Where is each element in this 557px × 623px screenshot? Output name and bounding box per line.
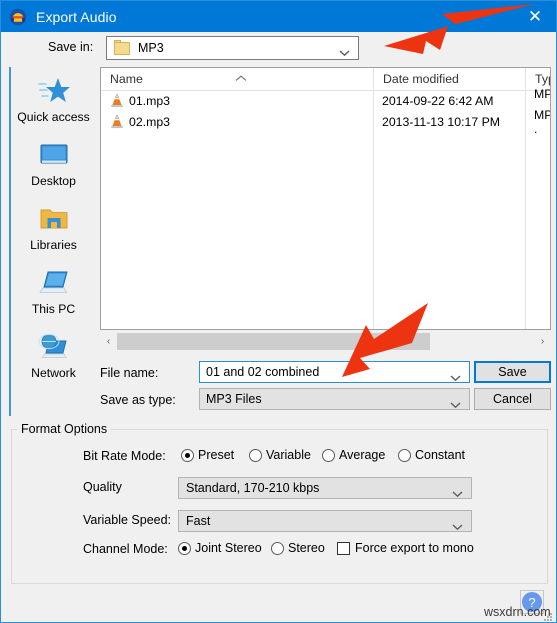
radio-label: Constant (415, 448, 466, 462)
watermark-text: wsxdrn.com (484, 605, 551, 619)
radio-label: Average (339, 448, 386, 462)
scroll-right-icon[interactable]: › (534, 333, 551, 350)
vlc-cone-icon (110, 93, 124, 108)
quality-label: Quality (83, 480, 122, 494)
column-header-date-modified[interactable]: Date modified (373, 68, 525, 90)
libraries-folder-icon (11, 201, 96, 237)
checkbox-label: Force export to mono (355, 541, 474, 555)
save-as-type-value: MP3 Files (206, 392, 262, 406)
save-in-dropdown[interactable]: MP3 (106, 36, 359, 60)
radio-indicator (181, 448, 194, 462)
radio-channel-joint-stereo[interactable]: Joint Stereo (178, 541, 262, 555)
scrollbar-track[interactable] (117, 333, 534, 350)
radio-bitrate-variable[interactable]: Variable (249, 448, 311, 462)
radio-bitrate-average[interactable]: Average (322, 448, 385, 462)
bit-rate-mode-label: Bit Rate Mode: (83, 449, 166, 463)
quality-value: Standard, 170-210 kbps (186, 481, 320, 495)
file-name-label: File name: (100, 366, 159, 380)
table-row[interactable]: 01.mp3 2014-09-22 6:42 AM MP3 . (101, 87, 550, 115)
checkbox-indicator (337, 541, 350, 555)
sidebar-label: Desktop (31, 174, 76, 188)
close-icon[interactable]: ✕ (512, 1, 556, 32)
audacity-headphones-icon (9, 8, 27, 26)
sort-ascending-icon (235, 69, 247, 81)
radio-label: Preset (198, 448, 235, 462)
network-globe-icon (11, 329, 96, 365)
sidebar-label: Network (31, 366, 76, 380)
save-as-type-dropdown[interactable]: MP3 Files (199, 388, 470, 410)
radio-label: Variable (266, 448, 311, 462)
radio-indicator (249, 448, 262, 462)
file-name-value: 01 and 02 combined (206, 365, 320, 379)
quality-dropdown[interactable]: Standard, 170-210 kbps (178, 477, 472, 499)
radio-bitrate-preset[interactable]: Preset (181, 448, 234, 462)
sidebar-item-quick-access[interactable]: Quick access (11, 73, 96, 124)
checkbox-force-export-to-mono[interactable]: Force export to mono (337, 541, 474, 555)
radio-indicator (178, 541, 191, 555)
sidebar-item-libraries[interactable]: Libraries (11, 201, 96, 252)
radio-indicator (322, 448, 335, 462)
file-name-cell: 02.mp3 (110, 114, 170, 129)
horizontal-scrollbar[interactable]: ‹ › (100, 333, 551, 350)
file-name-cell: 01.mp3 (110, 93, 170, 108)
vlc-cone-icon (110, 114, 124, 129)
star-icon (11, 73, 96, 109)
variable-speed-label: Variable Speed: (83, 513, 172, 527)
chevron-down-icon[interactable] (450, 369, 461, 382)
sidebar-label: This PC (31, 302, 76, 316)
radio-channel-stereo[interactable]: Stereo (271, 541, 325, 555)
sidebar-item-network[interactable]: Network (11, 329, 96, 380)
monitor-icon (11, 137, 96, 173)
resize-grip[interactable] (543, 609, 553, 621)
file-list[interactable]: Name Date modified Type (100, 67, 551, 330)
table-row[interactable]: 02.mp3 2013-11-13 10:17 PM MP3 . (101, 108, 550, 136)
save-in-row: Save in: MP3 (1, 32, 556, 89)
file-name-text: 02.mp3 (129, 114, 171, 129)
scroll-left-icon[interactable]: ‹ (100, 333, 117, 350)
file-date-cell: 2013-11-13 10:17 PM (382, 114, 501, 129)
variable-speed-value: Fast (186, 514, 211, 528)
sidebar-label: Libraries (30, 238, 77, 252)
export-audio-dialog: Export Audio ✕ Save in: MP3 Quick access… (0, 0, 557, 623)
chevron-down-icon (339, 44, 350, 57)
radio-indicator (271, 541, 284, 555)
file-name-input[interactable]: 01 and 02 combined (199, 361, 470, 383)
format-options-title: Format Options (17, 422, 112, 436)
radio-bitrate-constant[interactable]: Constant (398, 448, 465, 462)
folder-icon (114, 39, 130, 55)
file-list-header: Name Date modified Type (101, 68, 550, 91)
radio-label: Joint Stereo (195, 541, 262, 555)
window-title: Export Audio (36, 8, 117, 25)
sidebar-item-this-pc[interactable]: This PC (11, 265, 96, 316)
save-as-type-label: Save as type: (100, 393, 176, 407)
laptop-icon (11, 265, 96, 301)
sidebar-item-desktop[interactable]: Desktop (11, 137, 96, 188)
save-in-value: MP3 (138, 41, 164, 55)
radio-indicator (398, 448, 411, 462)
save-in-label: Save in: (48, 40, 94, 54)
variable-speed-dropdown[interactable]: Fast (178, 510, 472, 532)
chevron-down-icon (450, 396, 461, 409)
scrollbar-thumb[interactable] (117, 333, 430, 350)
file-name-text: 01.mp3 (129, 93, 171, 108)
save-button[interactable]: Save (474, 361, 551, 383)
title-bar: Export Audio ✕ (1, 1, 556, 32)
sidebar-label: Quick access (17, 110, 90, 124)
file-type-cell: MP3 . (534, 107, 550, 136)
file-date-cell: 2014-09-22 6:42 AM (382, 93, 494, 108)
chevron-down-icon (452, 485, 463, 498)
places-sidebar: Quick access Desktop Libraries This PC N… (9, 67, 96, 416)
file-rows: 01.mp3 2014-09-22 6:42 AM MP3 . 02 (101, 87, 550, 136)
radio-label: Stereo (288, 541, 325, 555)
chevron-down-icon (452, 518, 463, 531)
cancel-button[interactable]: Cancel (474, 388, 551, 410)
channel-mode-label: Channel Mode: (83, 542, 168, 556)
